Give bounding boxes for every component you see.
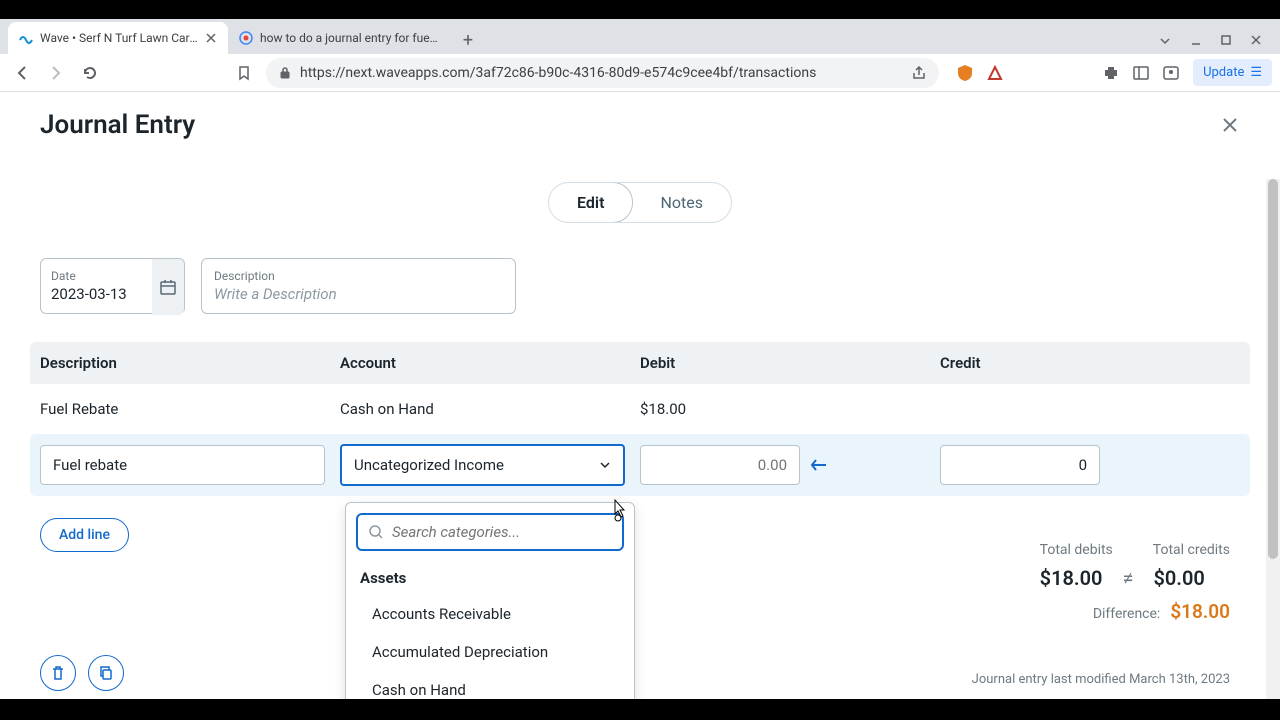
minimize-icon[interactable] xyxy=(1190,34,1202,48)
url-text: https://next.waveapps.com/3af72c86-b90c-… xyxy=(300,65,903,81)
debit-input[interactable] xyxy=(640,445,800,485)
col-account: Account xyxy=(340,354,640,372)
col-debit: Debit xyxy=(640,354,940,372)
sidepanel-icon[interactable] xyxy=(1129,61,1153,85)
extension-icon[interactable] xyxy=(983,61,1007,85)
total-credits-label: Total credits xyxy=(1153,542,1230,558)
total-debits-value: $18.00 xyxy=(1040,566,1103,590)
dropdown-group: Assets xyxy=(346,561,634,595)
row-description-input[interactable] xyxy=(40,445,325,485)
row-debit: $18.00 xyxy=(640,400,940,418)
calendar-icon[interactable] xyxy=(152,259,184,315)
page-header: Journal Entry xyxy=(0,92,1280,160)
update-button[interactable]: Update ☰ xyxy=(1193,59,1272,86)
close-panel-button[interactable] xyxy=(1220,115,1240,135)
bookmark-icon[interactable] xyxy=(236,65,252,81)
credit-input[interactable] xyxy=(940,445,1100,485)
tab-pills: Edit Notes xyxy=(0,182,1280,223)
row-description: Fuel Rebate xyxy=(40,400,340,418)
not-equal-icon: ≠ xyxy=(1122,566,1133,590)
difference-value: $18.00 xyxy=(1170,600,1230,623)
table-row[interactable]: Fuel Rebate Cash on Hand $18.00 xyxy=(30,384,1250,434)
share-icon[interactable] xyxy=(911,65,927,81)
row-account: Cash on Hand xyxy=(340,400,640,418)
tab-edit[interactable]: Edit xyxy=(548,182,633,223)
nav-bar: https://next.waveapps.com/3af72c86-b90c-… xyxy=(0,54,1280,92)
forward-button[interactable] xyxy=(42,59,70,87)
tab-title: Wave • Serf N Turf Lawn Care • T xyxy=(40,31,198,45)
page-title: Journal Entry xyxy=(40,110,195,140)
col-description: Description xyxy=(40,354,340,372)
col-credit: Credit xyxy=(940,354,1240,372)
table-header: Description Account Debit Credit xyxy=(30,342,1250,384)
tab-notes[interactable]: Notes xyxy=(632,183,731,222)
chevron-down-icon[interactable] xyxy=(1158,34,1172,48)
search-icon xyxy=(368,524,384,540)
total-debits-label: Total debits xyxy=(1040,542,1113,558)
dropdown-search[interactable] xyxy=(356,513,624,551)
table-row-editing: Uncategorized Income xyxy=(30,434,1250,496)
scrollbar[interactable] xyxy=(1266,179,1280,699)
description-placeholder: Write a Description xyxy=(214,285,503,303)
dropdown-item[interactable]: Accounts Receivable xyxy=(346,595,634,633)
back-button[interactable] xyxy=(8,59,36,87)
dropdown-search-input[interactable] xyxy=(392,523,612,541)
account-select-value: Uncategorized Income xyxy=(354,456,504,474)
footer-actions xyxy=(40,655,124,691)
delete-button[interactable] xyxy=(40,655,76,691)
copy-button[interactable] xyxy=(88,655,124,691)
dropdown-item[interactable]: Cash on Hand xyxy=(346,671,634,699)
account-dropdown: Assets Accounts Receivable Accumulated D… xyxy=(345,502,635,699)
extensions-icon[interactable] xyxy=(1099,61,1123,85)
maximize-icon[interactable] xyxy=(1220,34,1232,48)
address-bar[interactable]: https://next.waveapps.com/3af72c86-b90c-… xyxy=(266,58,939,88)
dropdown-item[interactable]: Accumulated Depreciation xyxy=(346,633,634,671)
reload-button[interactable] xyxy=(76,59,104,87)
account-select[interactable]: Uncategorized Income xyxy=(340,444,625,486)
tab-title: how to do a journal entry for fuel reb xyxy=(260,31,438,45)
description-field[interactable]: Description Write a Description xyxy=(201,258,516,314)
browser-tab-inactive[interactable]: how to do a journal entry for fuel reb xyxy=(228,22,448,54)
browser-tab-active[interactable]: Wave • Serf N Turf Lawn Care • T xyxy=(8,22,228,54)
swap-arrow-icon[interactable] xyxy=(808,454,838,476)
difference-label: Difference: xyxy=(1093,606,1161,622)
wave-favicon xyxy=(18,30,34,46)
menu-icon: ☰ xyxy=(1250,65,1262,80)
close-icon[interactable] xyxy=(204,31,218,45)
account-icon[interactable] xyxy=(1159,61,1183,85)
form-row: Date 2023-03-13 Description Write a Desc… xyxy=(0,223,1280,314)
window-close-icon[interactable] xyxy=(1250,34,1262,48)
google-favicon xyxy=(238,30,254,46)
scroll-thumb[interactable] xyxy=(1268,179,1278,559)
browser-window: Wave • Serf N Turf Lawn Care • T how to … xyxy=(0,19,1280,699)
page-content: Journal Entry Edit Notes Date 2023-03-13… xyxy=(0,92,1280,699)
new-tab-button[interactable]: + xyxy=(454,26,482,54)
add-line-button[interactable]: Add line xyxy=(40,518,129,552)
total-credits-value: $0.00 xyxy=(1153,566,1204,590)
description-label: Description xyxy=(214,269,503,283)
totals-panel: Total debits Total credits $18.00 ≠ $0.0… xyxy=(1040,542,1230,623)
tab-bar: Wave • Serf N Turf Lawn Care • T how to … xyxy=(0,19,1280,54)
last-modified-text: Journal entry last modified March 13th, … xyxy=(972,672,1230,687)
lock-icon xyxy=(278,66,292,80)
journal-table: Description Account Debit Credit Fuel Re… xyxy=(30,342,1250,496)
ublock-icon[interactable] xyxy=(953,61,977,85)
chevron-down-icon xyxy=(599,459,611,471)
date-field[interactable]: Date 2023-03-13 xyxy=(40,258,185,314)
